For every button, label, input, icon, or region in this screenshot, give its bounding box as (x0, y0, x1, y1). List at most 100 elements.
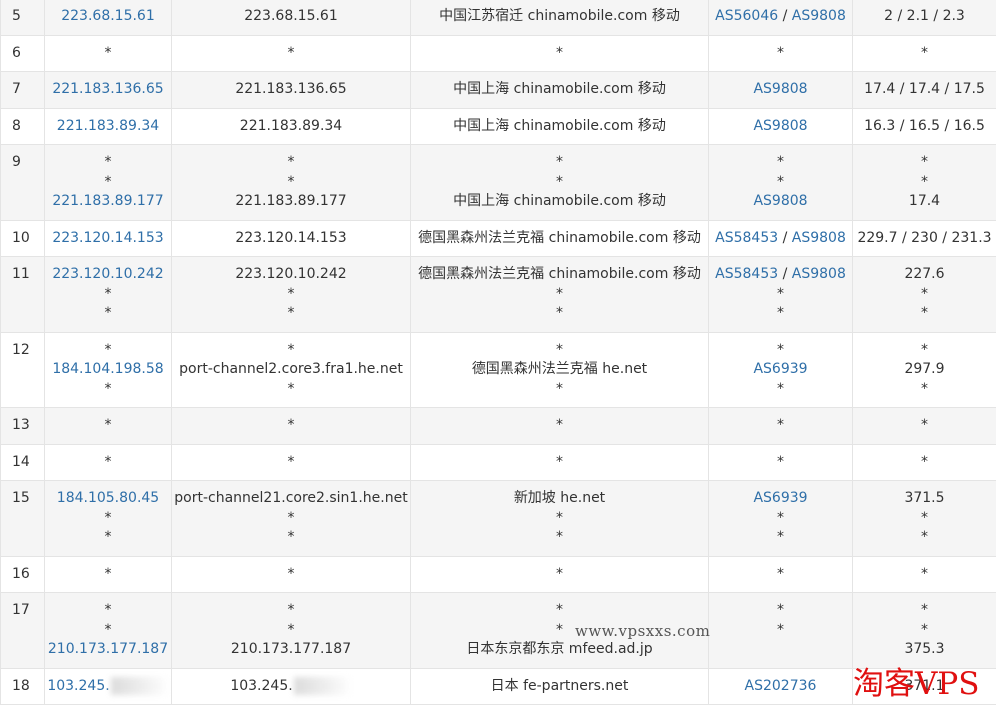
hostname-cell: * (171, 555, 411, 593)
ip-link[interactable]: 223.68.15.61 (47, 7, 169, 27)
ip-link[interactable]: 184.104.198.58 (47, 360, 169, 380)
location-text: 日本东京都东京 mfeed.ad.jp (466, 641, 653, 657)
ip-link-text[interactable]: 210.173.177.187 (48, 641, 168, 657)
location-cell: * (410, 443, 709, 481)
asn-link[interactable]: AS58453 (715, 230, 778, 246)
ip-link-text[interactable]: 221.183.136.65 (52, 81, 163, 97)
timeout-marker: * (174, 304, 408, 324)
ip-link-text[interactable]: 221.183.89.34 (57, 118, 159, 134)
ip-cell: * (44, 34, 172, 72)
location-cell: 日本 fe-partners.net (410, 667, 709, 705)
ip-link[interactable]: 221.183.89.34 (47, 117, 169, 137)
hop-row: 16 * * * * * (0, 555, 996, 593)
asn-cell: AS9808 (708, 71, 853, 109)
timeout-marker: * (556, 173, 563, 190)
timeout-text: * (104, 173, 112, 190)
ip-link-text[interactable]: 103.245. (47, 678, 109, 694)
ip-link-text[interactable]: 184.105.80.45 (57, 490, 159, 506)
ip-link-text[interactable]: 223.68.15.61 (61, 8, 155, 24)
asn-link[interactable]: AS9808 (753, 193, 807, 209)
ip-link[interactable]: 221.183.89.177 (47, 192, 169, 212)
location-cell: 德国黑森州法兰克福 chinamobile.com 移动 * * (410, 256, 709, 333)
timeout-marker: * (556, 565, 563, 582)
timeout-marker: * (777, 453, 784, 470)
ip-cell: 221.183.89.34 (44, 107, 172, 145)
asn-link[interactable]: AS9808 (753, 81, 807, 97)
timeout-text: * (104, 44, 112, 61)
ip-link[interactable]: 210.173.177.187 (47, 640, 169, 660)
asn-line (711, 640, 850, 660)
ip-cell: * (44, 407, 172, 445)
location-cell: 中国江苏宿迁 chinamobile.com 移动 (410, 0, 709, 36)
ip-link-text[interactable]: 223.120.10.242 (52, 266, 163, 282)
timeout-text: * (104, 529, 112, 545)
hop-number: 13 (0, 407, 45, 445)
ip-link[interactable]: 223.120.14.153 (47, 229, 169, 249)
hostname-text: 221.183.89.177 (174, 192, 408, 212)
asn-line: * (711, 153, 850, 173)
timeout-marker: * (556, 44, 563, 61)
timeout-text: * (104, 602, 112, 618)
location-cell: 德国黑森州法兰克福 chinamobile.com 移动 (410, 219, 709, 257)
hop-row: 13 * * * * * (0, 407, 996, 445)
hop-row: 6 * * * * * (0, 34, 996, 72)
ip-cell: 223.68.15.61 (44, 0, 172, 36)
timeout-marker: * (47, 416, 169, 436)
asn-link[interactable]: AS58453 (715, 266, 778, 282)
asn-link[interactable]: AS9808 (753, 118, 807, 134)
location-text: 新加坡 he.net (513, 490, 606, 506)
asn-line: * (711, 285, 850, 305)
ip-link-text[interactable]: 184.104.198.58 (52, 361, 163, 377)
timeout-text: * (104, 380, 112, 397)
location-text: 德国黑森州法兰克福 chinamobile.com 移动 (418, 229, 701, 246)
ip-link-text[interactable]: 221.183.89.177 (52, 193, 163, 209)
timeout-text: * (104, 565, 112, 582)
ip-link[interactable]: 223.120.10.242 (47, 265, 169, 285)
traceroute-table: 5 223.68.15.61 223.68.15.61 中国江苏宿迁 chinamob… (0, 0, 996, 705)
ip-link[interactable]: 221.183.136.65 (47, 80, 169, 100)
asn-link[interactable]: AS6939 (753, 490, 807, 506)
timeout-marker: * (921, 509, 928, 526)
asn-link[interactable]: AS6939 (753, 361, 807, 377)
hop-row: 15 184.105.80.45 * * port-channel21.core2.si… (0, 480, 996, 557)
hostname-cell: 221.183.89.34 (171, 107, 411, 145)
timeout-marker: * (174, 153, 408, 173)
asn-line: AS6939 (711, 489, 850, 509)
location-cell: 中国上海 chinamobile.com 移动 (410, 107, 709, 145)
hostname-value: * (287, 341, 295, 358)
timeout-marker: * (777, 621, 784, 638)
timeout-marker: * (47, 341, 169, 361)
asn-link[interactable]: AS9808 (792, 230, 846, 246)
ip-link[interactable]: 184.105.80.45 (47, 489, 169, 509)
hostname-value: * (287, 453, 295, 470)
asn-line: * (711, 509, 850, 529)
asn-link[interactable]: AS56046 (715, 8, 778, 24)
latency-text: 229.7 / 230 / 231.3 (857, 229, 992, 246)
hop-number: 6 (0, 34, 45, 72)
hostname-value: * (287, 602, 295, 618)
ip-link[interactable]: 103.245. (47, 676, 169, 697)
asn-link[interactable]: AS9808 (792, 8, 846, 24)
hop-number: 12 (0, 331, 45, 408)
hop-number: 16 (0, 555, 45, 593)
timeout-text: * (104, 417, 112, 433)
location-text: 中国上海 chinamobile.com 移动 (453, 81, 666, 97)
hostname-value: * (287, 417, 295, 433)
timeout-marker: * (556, 380, 563, 397)
timeout-marker: * (47, 509, 169, 529)
hostname-value: port-channel2.core3.fra1.he.net (179, 361, 403, 377)
asn-cell: * * (708, 592, 853, 669)
hostname-text: 221.183.136.65 (174, 80, 408, 100)
ip-link-text[interactable]: 223.120.14.153 (52, 230, 163, 246)
latency-text: 2 / 2.1 / 2.3 (884, 8, 965, 24)
asn-link[interactable]: AS202736 (745, 678, 817, 694)
asn-line: AS58453 / AS9808 (711, 265, 850, 285)
asn-link[interactable]: AS9808 (792, 266, 846, 282)
ip-cell: * (44, 555, 172, 593)
hop-number: 15 (0, 480, 45, 557)
hop-row: 12 * 184.104.198.58 * * port-channel2.core3.f… (0, 331, 996, 408)
latency-cell: 227.6 * * (852, 256, 996, 333)
location-cell: * (410, 34, 709, 72)
latency-text: 227.6 (904, 266, 945, 282)
asn-line: * (711, 380, 850, 400)
